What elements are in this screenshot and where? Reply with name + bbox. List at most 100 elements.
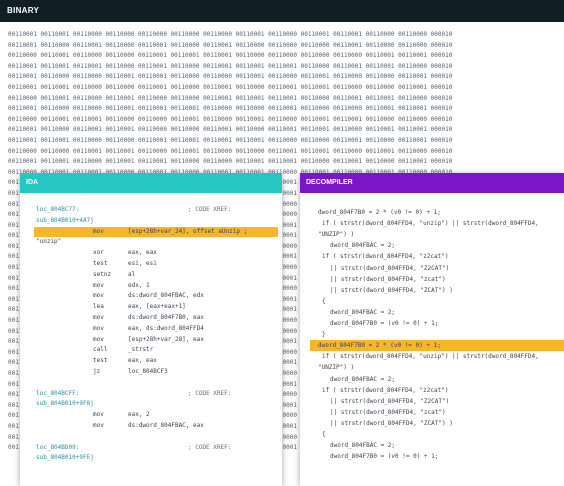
ida-panel[interactable]: IDA loc_804BC77: ; CODE XREF: sub_804B010+… xyxy=(20,173,282,486)
ida-operand: eax, ds:dword_804FFD4 xyxy=(128,324,204,332)
binary-header: BINARY xyxy=(0,0,564,22)
ida-mnemonic: mov xyxy=(93,281,104,289)
ida-code-line[interactable]: sub_804B010+9F8j xyxy=(20,399,282,409)
ida-code-line[interactable]: mov ds:dword_804F7B0, eax xyxy=(20,313,282,323)
ida-operand: eax, eax xyxy=(128,249,157,257)
ida-operand: al xyxy=(128,270,136,278)
binary-row: 00110000 00110001 00110000 00110000 0011… xyxy=(8,52,453,60)
decompiler-code-line[interactable]: || strstr(dword_804FFD4, "zcat") xyxy=(300,407,564,418)
ida-label: sub_804B010+9F8j xyxy=(36,400,94,408)
ida-operand: loc_804BCF3 xyxy=(128,368,168,375)
binary-row: 00110001 00110001 00110000 00110000 0011… xyxy=(8,136,453,144)
ida-code-line[interactable]: test eax, eax xyxy=(20,356,282,366)
ida-disassembly-view[interactable]: loc_804BC77: ; CODE XREF: sub_804B010+4A7j… xyxy=(20,193,282,486)
decompiler-code-line[interactable]: dword_804F7B0 = 2 * (v0 != 0) + 1; xyxy=(300,340,564,351)
ida-mnemonic: call xyxy=(93,346,108,354)
decompiler-code-line[interactable]: || strstr(dword_804FFD4, "zcat") xyxy=(300,274,564,285)
ida-label: "unzip" xyxy=(36,238,62,246)
ida-code-line[interactable]: mov [esp+28h+var_28], eax xyxy=(20,335,282,345)
ida-mnemonic: xor xyxy=(93,249,104,257)
ida-operand: [esp+28h+var_24], offset aUnzip ; xyxy=(128,227,248,235)
decompiler-code-line[interactable]: if ( strstr(dword_804FFD4, "unzip") || s… xyxy=(300,351,564,362)
decompiler-code-line[interactable]: || strstr(dword_804FFD4, "Z2CAT") xyxy=(300,396,564,407)
ida-comment: ; CODE XREF: xyxy=(188,389,232,397)
ida-code-line[interactable]: loc_804BC77: ; CODE XREF: xyxy=(20,205,282,215)
decompiler-code-line[interactable]: { xyxy=(300,296,564,307)
decompiler-code-line[interactable]: || strstr(dword_804FFD4, "Z2CAT") xyxy=(300,263,564,274)
decompiler-code-line[interactable]: dword_804F7B0 = 2 * (v0 != 0) + 1; xyxy=(300,207,564,218)
decompiler-code-line[interactable]: "UNZIP") ) xyxy=(300,362,564,373)
ida-code-line[interactable]: lea eax, [eax+eax+1] xyxy=(20,302,282,312)
decompiler-code-line[interactable]: dword_804FBAC = 2; xyxy=(300,440,564,451)
ida-code-line[interactable]: mov ds:dword_804FBAC, eax xyxy=(20,421,282,431)
ida-code-line[interactable]: mov eax, ds:dword_804FFD4 xyxy=(20,324,282,334)
decompiler-code-line[interactable]: || strstr(dword_804FFD4, "ZCAT") ) xyxy=(300,418,564,429)
ida-code-line[interactable]: sub_804B010+9FEj xyxy=(20,453,282,463)
binary-row: 00110001 00110001 00110000 00110000 0011… xyxy=(8,31,453,38)
ida-operand: edx, 1 xyxy=(128,281,150,289)
ida-code-line[interactable]: "unzip" xyxy=(20,237,282,247)
decompiler-code-line[interactable]: if ( strstr(dword_804FFD4, "z2cat") xyxy=(300,385,564,396)
ida-operand: eax, [eax+eax+1] xyxy=(128,303,186,311)
ida-operand: [esp+28h+var_28], eax xyxy=(128,335,204,343)
ida-panel-title: IDA xyxy=(20,173,282,193)
ida-code-line[interactable]: jz loc_804BCF3 xyxy=(20,367,282,377)
ida-mnemonic: mov xyxy=(93,324,104,332)
binary-row: 00110001 00110000 00110001 00110001 0011… xyxy=(8,126,453,134)
binary-row: 00110000 00110001 00110000 00110001 0011… xyxy=(8,94,453,102)
ida-operand: eax, 2 xyxy=(128,411,150,419)
ida-mnemonic: lea xyxy=(93,303,104,311)
binary-row: 00110001 00110001 00110001 00110000 0011… xyxy=(8,62,453,70)
ida-operand: _strstr xyxy=(128,346,154,354)
binary-row: 00110001 00110000 00110000 00110001 0011… xyxy=(8,73,453,81)
ida-comment: ; CODE XREF: xyxy=(188,206,232,213)
ida-mnemonic: jz xyxy=(93,368,101,375)
binary-row: 00110001 00110000 00110001 00110000 0011… xyxy=(8,41,453,49)
decompiler-code-view[interactable]: dword_804F7B0 = 2 * (v0 != 0) + 1; if ( s… xyxy=(300,193,564,486)
ida-mnemonic: mov xyxy=(93,314,104,321)
ida-code-line[interactable]: setnz al xyxy=(20,270,282,280)
ida-operand: ds:dword_804FBAC, edx xyxy=(128,292,204,300)
ida-code-line[interactable]: xor eax, eax xyxy=(20,248,282,258)
ida-code-line[interactable]: mov eax, 2 xyxy=(20,410,282,420)
ida-code-line[interactable]: test esi, esi xyxy=(20,259,282,269)
binary-row: 00110001 00110001 00110000 00110001 0011… xyxy=(8,158,453,166)
ida-mnemonic: mov xyxy=(93,411,104,419)
decompiler-code-line[interactable]: "UNZIP") ) xyxy=(300,229,564,240)
ida-code-line[interactable]: sub_804B010+4A7j xyxy=(20,216,282,226)
ida-label: loc_804BC77: xyxy=(36,206,80,213)
ida-code-line[interactable]: mov edx, 1 xyxy=(20,281,282,291)
decompiler-code-line[interactable]: dword_804FBAC = 2; xyxy=(300,240,564,251)
ida-code-line[interactable]: loc_804BD09: ; CODE XREF: xyxy=(20,443,282,453)
ida-operand: eax, eax xyxy=(128,357,157,365)
binary-row: 00110001 00110000 00110000 00110001 0011… xyxy=(8,105,453,113)
decompiler-panel[interactable]: DECOMPILER dword_804F7B0 = 2 * (v0 != 0)… xyxy=(300,173,564,486)
ida-code-line[interactable] xyxy=(20,432,282,442)
decompiler-code-line[interactable]: dword_804FBAC = 2; xyxy=(300,374,564,385)
ida-mnemonic: mov xyxy=(93,292,104,300)
ida-label: loc_804BD09: xyxy=(36,443,80,451)
decompiler-code-line[interactable]: } xyxy=(300,329,564,340)
ida-mnemonic: mov xyxy=(93,422,104,429)
binary-row: 00110000 00110001 00110001 00110000 0011… xyxy=(8,115,453,123)
decompiler-code-line[interactable]: if ( strstr(dword_804FFD4, "unzip") || s… xyxy=(300,218,564,229)
ida-mnemonic: test xyxy=(93,357,108,365)
decompiler-code-line[interactable]: dword_804FBAC = 2; xyxy=(300,307,564,318)
ida-label: sub_804B010+4A7j xyxy=(36,216,94,224)
decompiler-code-line[interactable]: || strstr(dword_804FFD4, "ZCAT") ) xyxy=(300,285,564,296)
decompiler-code-line[interactable]: dword_804F7B0 = (v0 != 0) + 1; xyxy=(300,318,564,329)
decompiler-code-line[interactable]: if ( strstr(dword_804FFD4, "z2cat") xyxy=(300,251,564,262)
ida-code-line[interactable]: call _strstr xyxy=(20,345,282,355)
decompiler-code-line[interactable]: dword_804F7B0 = (v0 != 0) + 1; xyxy=(300,451,564,462)
decompiler-panel-title: DECOMPILER xyxy=(300,173,564,193)
ida-code-line[interactable] xyxy=(20,378,282,388)
decompiler-code-line[interactable]: { xyxy=(300,429,564,440)
binary-row: 00110001 00110001 00110000 00110000 0011… xyxy=(8,83,453,91)
ida-label: sub_804B010+9FEj xyxy=(36,454,94,462)
binary-row: 00110000 00110000 00110001 00110001 0011… xyxy=(8,147,453,155)
ida-mnemonic: test xyxy=(93,260,108,267)
ida-code-line[interactable]: mov [esp+28h+var_24], offset aUnzip ; xyxy=(20,227,282,237)
ida-mnemonic: mov xyxy=(93,227,104,235)
ida-code-line[interactable]: mov ds:dword_804FBAC, edx xyxy=(20,291,282,301)
ida-code-line[interactable]: loc_804BCFF: ; CODE XREF: xyxy=(20,389,282,399)
